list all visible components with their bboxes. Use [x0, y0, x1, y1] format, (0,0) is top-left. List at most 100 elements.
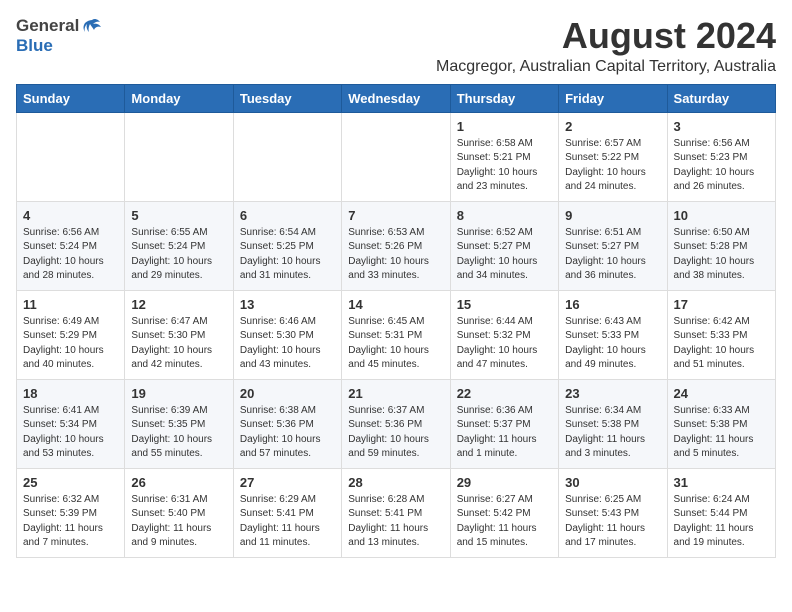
day-number: 29 — [457, 475, 552, 490]
day-number: 8 — [457, 208, 552, 223]
calendar-week-1: 1 Sunrise: 6:58 AMSunset: 5:21 PMDaylight… — [17, 112, 776, 201]
calendar-cell — [125, 112, 233, 201]
day-number: 22 — [457, 386, 552, 401]
day-info: Sunrise: 6:45 AMSunset: 5:31 PMDaylight:… — [348, 315, 443, 373]
calendar-cell: 12Sunrise: 6:47 AMSunset: 5:30 PMDayligh… — [125, 290, 233, 379]
title-area: August 2024 Macgregor, Australian Capita… — [102, 16, 776, 76]
calendar-cell: 30Sunrise: 6:25 AMSunset: 5:43 PMDayligh… — [559, 468, 667, 557]
calendar-cell — [342, 112, 450, 201]
calendar-cell: 17Sunrise: 6:42 AMSunset: 5:33 PMDayligh… — [667, 290, 775, 379]
calendar-cell: 10Sunrise: 6:50 AMSunset: 5:28 PMDayligh… — [667, 201, 775, 290]
day-number: 7 — [348, 208, 443, 223]
calendar-cell: 16 Sunrise: 6:43 AMSunset: 5:33 PMDayligh… — [559, 290, 667, 379]
calendar-week-4: 18 Sunrise: 6:41 AMSunset: 5:34 PMDayligh… — [17, 379, 776, 468]
day-number: 27 — [240, 475, 335, 490]
header-cell-tuesday: Tuesday — [233, 84, 341, 112]
day-info: Sunrise: 6:38 AMSunset: 5:36 PMDaylight:… — [240, 404, 335, 462]
calendar-week-3: 11Sunrise: 6:49 AMSunset: 5:29 PMDayligh… — [17, 290, 776, 379]
page-header: General Blue August 2024 Macgregor, Aust… — [16, 16, 776, 76]
day-number: 19 — [131, 386, 226, 401]
main-title: August 2024 — [102, 16, 776, 56]
calendar-body: 1 Sunrise: 6:58 AMSunset: 5:21 PMDaylight… — [17, 112, 776, 557]
calendar-cell: 15 Sunrise: 6:44 AMSunset: 5:32 PMDayligh… — [450, 290, 558, 379]
day-info: Sunrise: 6:46 AMSunset: 5:30 PMDaylight:… — [240, 315, 335, 373]
header-cell-wednesday: Wednesday — [342, 84, 450, 112]
day-info: Sunrise: 6:51 AMSunset: 5:27 PMDaylight:… — [565, 226, 660, 284]
header-cell-monday: Monday — [125, 84, 233, 112]
header-cell-saturday: Saturday — [667, 84, 775, 112]
calendar-week-2: 4 Sunrise: 6:56 AMSunset: 5:24 PMDaylight… — [17, 201, 776, 290]
calendar-cell: 14 Sunrise: 6:45 AMSunset: 5:31 PMDayligh… — [342, 290, 450, 379]
day-number: 3 — [674, 119, 769, 134]
subtitle: Macgregor, Australian Capital Territory,… — [102, 58, 776, 76]
day-number: 18 — [23, 386, 118, 401]
calendar-cell: 19Sunrise: 6:39 AMSunset: 5:35 PMDayligh… — [125, 379, 233, 468]
day-number: 23 — [565, 386, 660, 401]
logo-blue: Blue — [16, 36, 53, 55]
day-info: Sunrise: 6:27 AMSunset: 5:42 PMDaylight:… — [457, 493, 552, 551]
calendar-cell: 1 Sunrise: 6:58 AMSunset: 5:21 PMDaylight… — [450, 112, 558, 201]
calendar-cell: 23 Sunrise: 6:34 AMSunset: 5:38 PMDayligh… — [559, 379, 667, 468]
day-info: Sunrise: 6:58 AMSunset: 5:21 PMDaylight:… — [457, 137, 552, 195]
day-number: 1 — [457, 119, 552, 134]
day-info: Sunrise: 6:37 AMSunset: 5:36 PMDaylight:… — [348, 404, 443, 462]
calendar-cell: 25 Sunrise: 6:32 AMSunset: 5:39 PMDayligh… — [17, 468, 125, 557]
day-number: 2 — [565, 119, 660, 134]
calendar-cell: 27Sunrise: 6:29 AMSunset: 5:41 PMDayligh… — [233, 468, 341, 557]
day-info: Sunrise: 6:43 AMSunset: 5:33 PMDaylight:… — [565, 315, 660, 373]
day-number: 25 — [23, 475, 118, 490]
logo: General Blue — [16, 16, 102, 56]
calendar-cell: 6 Sunrise: 6:54 AMSunset: 5:25 PMDaylight… — [233, 201, 341, 290]
day-number: 13 — [240, 297, 335, 312]
day-info: Sunrise: 6:34 AMSunset: 5:38 PMDaylight:… — [565, 404, 660, 462]
day-number: 31 — [674, 475, 769, 490]
day-number: 4 — [23, 208, 118, 223]
day-number: 14 — [348, 297, 443, 312]
calendar-cell: 22 Sunrise: 6:36 AMSunset: 5:37 PMDayligh… — [450, 379, 558, 468]
day-number: 26 — [131, 475, 226, 490]
day-number: 20 — [240, 386, 335, 401]
header-cell-friday: Friday — [559, 84, 667, 112]
day-number: 24 — [674, 386, 769, 401]
calendar-cell: 18 Sunrise: 6:41 AMSunset: 5:34 PMDayligh… — [17, 379, 125, 468]
day-info: Sunrise: 6:36 AMSunset: 5:37 PMDaylight:… — [457, 404, 552, 462]
day-info: Sunrise: 6:54 AMSunset: 5:25 PMDaylight:… — [240, 226, 335, 284]
calendar-header: SundayMondayTuesdayWednesdayThursdayFrid… — [17, 84, 776, 112]
calendar-table: SundayMondayTuesdayWednesdayThursdayFrid… — [16, 84, 776, 558]
day-info: Sunrise: 6:33 AMSunset: 5:38 PMDaylight:… — [674, 404, 769, 462]
day-info: Sunrise: 6:56 AMSunset: 5:24 PMDaylight:… — [23, 226, 118, 284]
calendar-cell: 3Sunrise: 6:56 AMSunset: 5:23 PMDaylight… — [667, 112, 775, 201]
calendar-cell: 8 Sunrise: 6:52 AMSunset: 5:27 PMDaylight… — [450, 201, 558, 290]
calendar-cell: 26Sunrise: 6:31 AMSunset: 5:40 PMDayligh… — [125, 468, 233, 557]
day-info: Sunrise: 6:49 AMSunset: 5:29 PMDaylight:… — [23, 315, 118, 373]
calendar-cell — [233, 112, 341, 201]
day-info: Sunrise: 6:50 AMSunset: 5:28 PMDaylight:… — [674, 226, 769, 284]
calendar-cell: 9 Sunrise: 6:51 AMSunset: 5:27 PMDaylight… — [559, 201, 667, 290]
calendar-cell: 29 Sunrise: 6:27 AMSunset: 5:42 PMDayligh… — [450, 468, 558, 557]
calendar-cell — [17, 112, 125, 201]
day-info: Sunrise: 6:44 AMSunset: 5:32 PMDaylight:… — [457, 315, 552, 373]
header-cell-sunday: Sunday — [17, 84, 125, 112]
day-number: 30 — [565, 475, 660, 490]
day-number: 17 — [674, 297, 769, 312]
calendar-cell: 11Sunrise: 6:49 AMSunset: 5:29 PMDayligh… — [17, 290, 125, 379]
calendar-cell: 24 Sunrise: 6:33 AMSunset: 5:38 PMDayligh… — [667, 379, 775, 468]
day-number: 15 — [457, 297, 552, 312]
logo-general: General — [16, 16, 79, 36]
day-info: Sunrise: 6:28 AMSunset: 5:41 PMDaylight:… — [348, 493, 443, 551]
calendar-cell: 13 Sunrise: 6:46 AMSunset: 5:30 PMDayligh… — [233, 290, 341, 379]
calendar-cell: 2Sunrise: 6:57 AMSunset: 5:22 PMDaylight… — [559, 112, 667, 201]
calendar-cell: 7Sunrise: 6:53 AMSunset: 5:26 PMDaylight… — [342, 201, 450, 290]
day-info: Sunrise: 6:52 AMSunset: 5:27 PMDaylight:… — [457, 226, 552, 284]
day-number: 12 — [131, 297, 226, 312]
calendar-cell: 31Sunrise: 6:24 AMSunset: 5:44 PMDayligh… — [667, 468, 775, 557]
day-number: 9 — [565, 208, 660, 223]
calendar-cell: 28 Sunrise: 6:28 AMSunset: 5:41 PMDayligh… — [342, 468, 450, 557]
calendar-cell: 4 Sunrise: 6:56 AMSunset: 5:24 PMDaylight… — [17, 201, 125, 290]
day-number: 16 — [565, 297, 660, 312]
day-number: 28 — [348, 475, 443, 490]
day-info: Sunrise: 6:41 AMSunset: 5:34 PMDaylight:… — [23, 404, 118, 462]
day-info: Sunrise: 6:32 AMSunset: 5:39 PMDaylight:… — [23, 493, 118, 551]
logo-bird-icon — [80, 18, 102, 34]
day-number: 6 — [240, 208, 335, 223]
